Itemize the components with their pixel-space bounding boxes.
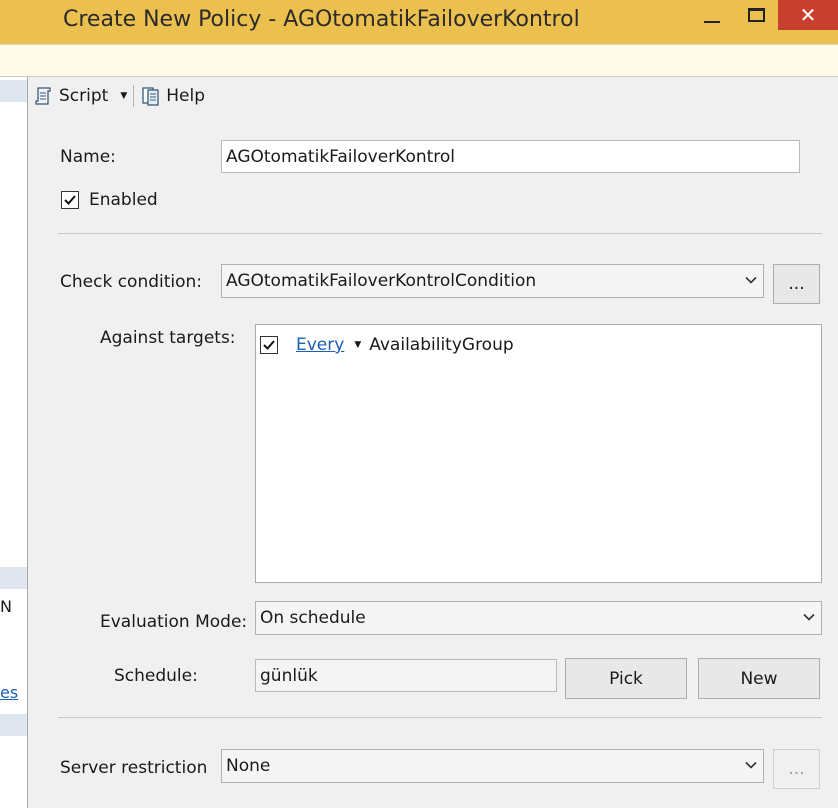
toolbar-separator: [133, 85, 135, 107]
toolbar: Script ▼ Help: [30, 80, 208, 112]
enabled-label: Enabled: [89, 190, 158, 210]
server-restriction-browse-button[interactable]: ...: [773, 749, 820, 789]
window-title: Create New Policy - AGOtomatikFailoverKo…: [63, 7, 580, 32]
minimize-button[interactable]: [692, 0, 732, 30]
chevron-down-icon: [745, 761, 757, 769]
target-quantifier-link[interactable]: Every: [296, 335, 344, 355]
script-label: Script: [59, 86, 109, 106]
server-restriction-value: None: [226, 756, 271, 776]
evaluation-mode-select[interactable]: On schedule: [255, 601, 822, 635]
against-targets-label: Against targets:: [100, 328, 236, 348]
checkmark-icon: [64, 195, 76, 205]
maximize-icon: [747, 8, 765, 22]
close-icon: ✕: [799, 3, 817, 27]
server-restriction-select[interactable]: None: [221, 749, 764, 783]
pick-button[interactable]: Pick: [565, 658, 687, 699]
left-pane-text: N: [0, 597, 12, 616]
enabled-checkbox[interactable]: [61, 191, 79, 209]
left-pane: N es: [0, 77, 28, 808]
help-button[interactable]: Help: [137, 85, 208, 107]
target-checkbox[interactable]: [260, 336, 278, 354]
divider: [58, 717, 822, 718]
script-icon: [35, 87, 51, 105]
new-button[interactable]: New: [698, 658, 820, 699]
checkmark-icon: [263, 340, 275, 350]
chevron-down-icon[interactable]: ▼: [354, 340, 361, 350]
script-button[interactable]: Script ▼: [30, 85, 130, 107]
server-restriction-label: Server restriction: [60, 758, 208, 778]
left-pane-link[interactable]: es: [0, 683, 18, 702]
schedule-label: Schedule:: [114, 666, 198, 686]
left-pane-row[interactable]: [0, 80, 27, 102]
chevron-down-icon: [803, 613, 815, 621]
left-pane-row[interactable]: [0, 714, 27, 736]
divider: [58, 233, 822, 234]
chevron-down-icon: [745, 276, 757, 284]
help-icon: [142, 87, 159, 106]
left-pane-row[interactable]: [0, 567, 27, 589]
evaluation-mode-label: Evaluation Mode:: [100, 612, 248, 632]
targets-list: Every ▼ AvailabilityGroup: [255, 324, 822, 583]
help-label: Help: [166, 86, 205, 106]
maximize-button[interactable]: [736, 0, 776, 30]
check-condition-label: Check condition:: [60, 272, 203, 292]
name-label: Name:: [60, 147, 116, 167]
target-type: AvailabilityGroup: [369, 335, 514, 355]
minimize-icon: [704, 21, 720, 23]
check-condition-browse-button[interactable]: ...: [773, 264, 820, 304]
name-input[interactable]: AGOtomatikFailoverKontrol: [221, 140, 800, 173]
close-button[interactable]: ✕: [778, 0, 838, 30]
schedule-field[interactable]: günlük: [255, 659, 557, 692]
list-item: Every ▼ AvailabilityGroup: [260, 335, 514, 355]
chevron-down-icon[interactable]: ▼: [120, 91, 127, 101]
info-bar: [0, 44, 838, 77]
evaluation-mode-value: On schedule: [260, 608, 366, 628]
check-condition-select[interactable]: AGOtomatikFailoverKontrolCondition: [221, 264, 764, 298]
check-condition-value: AGOtomatikFailoverKontrolCondition: [226, 271, 537, 291]
